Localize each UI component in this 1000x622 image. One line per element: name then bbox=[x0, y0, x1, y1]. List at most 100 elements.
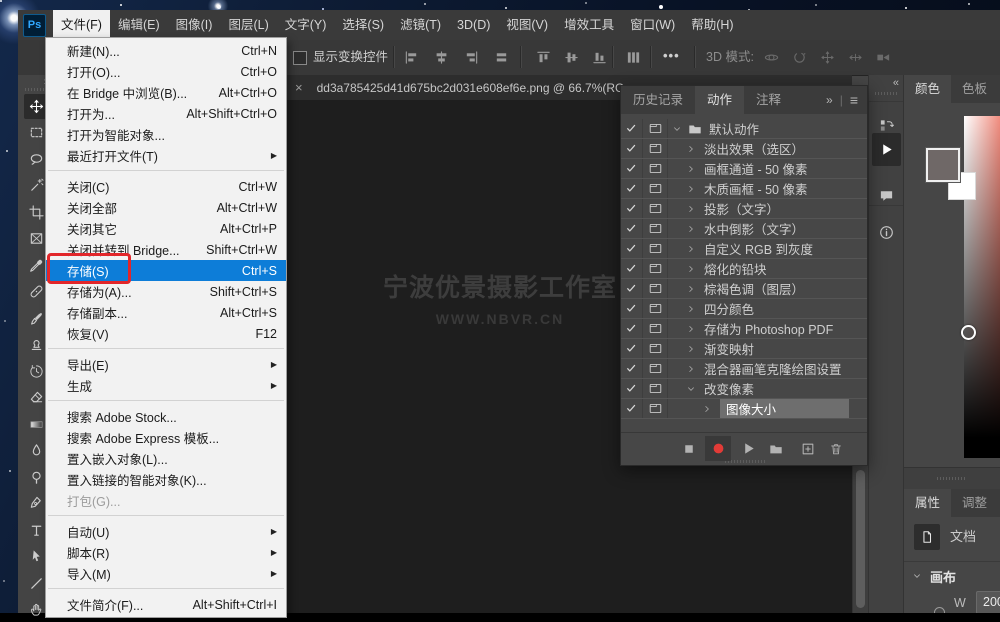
action-row[interactable]: 默认动作 bbox=[621, 119, 867, 139]
color-picker-ring[interactable] bbox=[961, 325, 976, 340]
file-menu-item[interactable]: 置入嵌入对象(L)... bbox=[46, 448, 286, 469]
chevron-right-icon[interactable] bbox=[686, 324, 700, 334]
include-check-icon[interactable] bbox=[621, 219, 643, 238]
file-menu-item[interactable]: 恢复(V)F12 bbox=[46, 323, 286, 344]
chevron-right-icon[interactable] bbox=[686, 364, 700, 374]
file-menu-item[interactable]: 关闭全部Alt+Ctrl+W bbox=[46, 197, 286, 218]
record-button[interactable] bbox=[705, 436, 731, 461]
file-menu-item[interactable]: 自动(U)▶ bbox=[46, 521, 286, 542]
chevron-right-icon[interactable] bbox=[686, 244, 700, 254]
include-check-icon[interactable] bbox=[621, 379, 643, 398]
chevron-right-icon[interactable] bbox=[686, 224, 700, 234]
align-bottom-icon[interactable] bbox=[592, 50, 608, 66]
show-transform-checkbox[interactable] bbox=[293, 51, 307, 65]
link-dimensions-icon[interactable] bbox=[934, 607, 945, 613]
action-row[interactable]: 改变像素 bbox=[621, 379, 867, 399]
align-justify-icon[interactable] bbox=[494, 50, 510, 66]
color-picker-field[interactable] bbox=[964, 116, 1000, 458]
panel-tab[interactable]: 动作 bbox=[695, 86, 744, 114]
action-row[interactable]: 棕褐色调（图层） bbox=[621, 279, 867, 299]
chevron-right-icon[interactable] bbox=[686, 204, 700, 214]
panel-tab[interactable]: 色板 bbox=[951, 75, 998, 103]
menubar-item[interactable]: 编辑(E) bbox=[110, 10, 168, 40]
panel-tab[interactable]: 注释 bbox=[744, 86, 793, 114]
file-menu-item[interactable]: 生成▶ bbox=[46, 375, 286, 396]
dialog-toggle-icon[interactable] bbox=[643, 219, 668, 238]
scrollbar-thumb[interactable] bbox=[856, 470, 865, 608]
chevron-down-icon[interactable] bbox=[686, 384, 700, 394]
toolbar-grip[interactable] bbox=[25, 88, 47, 91]
include-check-icon[interactable] bbox=[621, 259, 643, 278]
dock-divider[interactable] bbox=[904, 467, 1000, 490]
menubar-item[interactable]: 增效工具 bbox=[556, 10, 622, 40]
menubar-item[interactable]: 图像(I) bbox=[168, 10, 221, 40]
chevron-right-icon[interactable] bbox=[686, 344, 700, 354]
panel-tab[interactable]: 颜色 bbox=[904, 75, 951, 103]
chevron-down-icon[interactable] bbox=[912, 571, 924, 581]
dialog-toggle-icon[interactable] bbox=[643, 399, 668, 418]
width-input[interactable]: 200 bbox=[976, 591, 1000, 613]
dialog-toggle-icon[interactable] bbox=[643, 299, 668, 318]
dialog-toggle-icon[interactable] bbox=[643, 339, 668, 358]
file-menu-item[interactable]: 脚本(R)▶ bbox=[46, 542, 286, 563]
file-menu-item[interactable]: 关闭其它Alt+Ctrl+P bbox=[46, 218, 286, 239]
actions-panel-icon[interactable] bbox=[872, 133, 901, 166]
dialog-toggle-icon[interactable] bbox=[643, 119, 668, 138]
file-menu-item[interactable]: 置入链接的智能对象(K)... bbox=[46, 469, 286, 490]
dialog-toggle-icon[interactable] bbox=[643, 159, 668, 178]
expand-tabs-icon[interactable]: » bbox=[826, 93, 833, 107]
file-menu-item[interactable]: 文件简介(F)...Alt+Shift+Ctrl+I bbox=[46, 594, 286, 615]
action-row[interactable]: 投影（文字） bbox=[621, 199, 867, 219]
dialog-toggle-icon[interactable] bbox=[643, 239, 668, 258]
align-right-icon[interactable] bbox=[464, 50, 480, 66]
include-check-icon[interactable] bbox=[621, 299, 643, 318]
include-check-icon[interactable] bbox=[621, 319, 643, 338]
delete-button[interactable] bbox=[823, 436, 849, 461]
menubar-item[interactable]: 文字(Y) bbox=[277, 10, 335, 40]
file-menu-item[interactable]: 导入(M)▶ bbox=[46, 563, 286, 584]
menubar-item[interactable]: 3D(D) bbox=[449, 10, 498, 40]
file-menu-item[interactable]: 新建(N)...Ctrl+N bbox=[46, 40, 286, 61]
file-menu-item[interactable]: 打包(G)... bbox=[46, 490, 286, 511]
include-check-icon[interactable] bbox=[621, 199, 643, 218]
new-action-button[interactable] bbox=[795, 436, 821, 461]
menubar-item[interactable]: 图层(L) bbox=[220, 10, 276, 40]
panel-tab[interactable]: 属性 bbox=[904, 489, 951, 517]
action-row[interactable]: 图像大小 bbox=[621, 399, 867, 419]
play-button[interactable] bbox=[735, 436, 761, 461]
action-row[interactable]: 四分颜色 bbox=[621, 299, 867, 319]
file-menu-item[interactable]: 最近打开文件(T)▶ bbox=[46, 145, 286, 166]
include-check-icon[interactable] bbox=[621, 179, 643, 198]
include-check-icon[interactable] bbox=[621, 279, 643, 298]
pan-3d-icon[interactable] bbox=[820, 50, 836, 66]
action-row[interactable]: 渐变映射 bbox=[621, 339, 867, 359]
menubar-item[interactable]: 窗口(W) bbox=[622, 10, 683, 40]
action-row[interactable]: 画框通道 - 50 像素 bbox=[621, 159, 867, 179]
collapse-panels-icon[interactable]: « bbox=[893, 77, 899, 89]
dialog-toggle-icon[interactable] bbox=[643, 279, 668, 298]
action-row[interactable]: 存储为 Photoshop PDF bbox=[621, 319, 867, 339]
chevron-down-icon[interactable] bbox=[672, 124, 686, 134]
dialog-toggle-icon[interactable] bbox=[643, 319, 668, 338]
action-row[interactable]: 自定义 RGB 到灰度 bbox=[621, 239, 867, 259]
new-set-button[interactable] bbox=[763, 436, 789, 461]
file-menu-item[interactable]: 存储副本...Alt+Ctrl+S bbox=[46, 302, 286, 323]
chevron-right-icon[interactable] bbox=[686, 304, 700, 314]
panel-menu-icon[interactable]: ≡ bbox=[850, 92, 858, 108]
chevron-right-icon[interactable] bbox=[686, 184, 700, 194]
file-menu-item[interactable]: 在 Bridge 中浏览(B)...Alt+Ctrl+O bbox=[46, 82, 286, 103]
close-tab-icon[interactable]: × bbox=[295, 80, 303, 95]
menubar-item[interactable]: 帮助(H) bbox=[683, 10, 741, 40]
file-menu-item[interactable]: 搜索 Adobe Express 模板... bbox=[46, 427, 286, 448]
file-menu-item[interactable]: 存储为(A)...Shift+Ctrl+S bbox=[46, 281, 286, 302]
chevron-right-icon[interactable] bbox=[686, 164, 700, 174]
dialog-toggle-icon[interactable] bbox=[643, 259, 668, 278]
menubar-item[interactable]: 视图(V) bbox=[498, 10, 556, 40]
panel-tab[interactable]: 调整 bbox=[951, 489, 998, 517]
roll-3d-icon[interactable] bbox=[792, 50, 808, 66]
dialog-toggle-icon[interactable] bbox=[643, 199, 668, 218]
slide-3d-icon[interactable] bbox=[848, 50, 864, 66]
menubar-item[interactable]: 滤镜(T) bbox=[392, 10, 449, 40]
dialog-toggle-icon[interactable] bbox=[643, 139, 668, 158]
include-check-icon[interactable] bbox=[621, 339, 643, 358]
